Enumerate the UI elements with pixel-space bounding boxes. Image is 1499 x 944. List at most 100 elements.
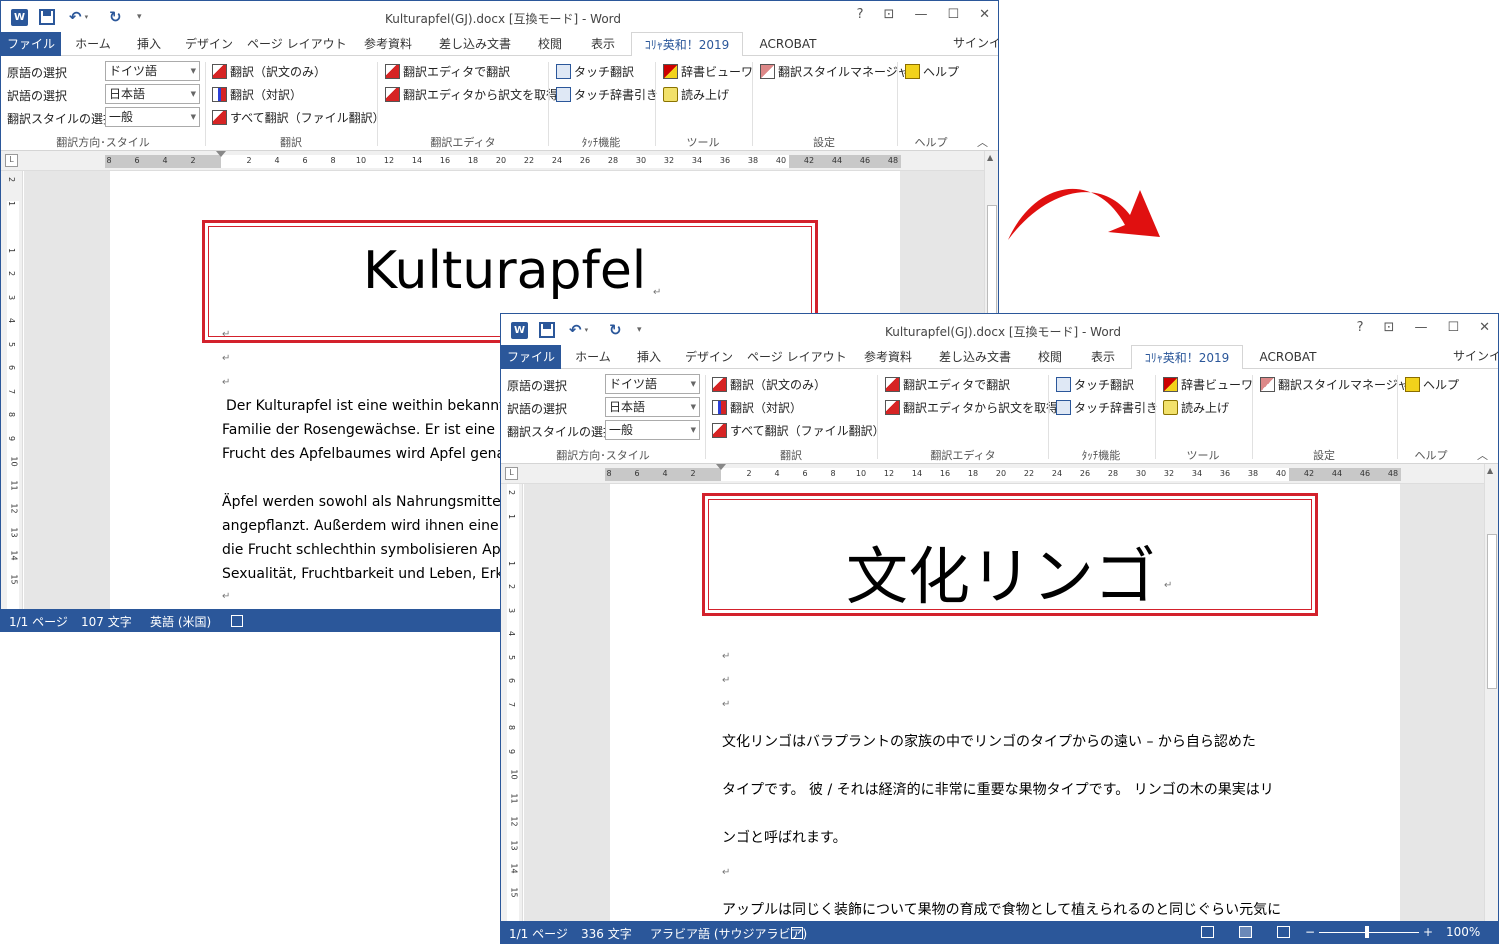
vertical-scrollbar[interactable]: ▲ [1484, 464, 1498, 921]
save-icon[interactable] [539, 322, 555, 338]
tab-review[interactable]: 校閲 [1027, 345, 1073, 369]
tab-korya-eiwa[interactable]: ｺﾘｬ英和！2019 [1131, 345, 1243, 370]
close-icon[interactable]: ✕ [1479, 320, 1490, 335]
tab-review[interactable]: 校閲 [527, 32, 573, 56]
language-status[interactable]: 英語 (米国) [150, 613, 211, 630]
scroll-up-icon[interactable]: ▲ [1487, 466, 1493, 475]
word-count[interactable]: 107 文字 [81, 613, 132, 630]
undo-dropdown-icon[interactable]: ▾ [585, 326, 589, 334]
minimize-icon[interactable]: — [1414, 320, 1427, 335]
maximize-icon[interactable]: ☐ [1447, 320, 1459, 335]
collapse-ribbon-icon[interactable]: ︿ [1477, 447, 1488, 463]
translate-only-button[interactable]: 翻訳（訳文のみ） [712, 376, 826, 393]
tab-references[interactable]: 参考資料 [353, 32, 423, 56]
src-lang-select[interactable]: ドイツ語 ▼ [605, 374, 700, 394]
scroll-up-icon[interactable]: ▲ [987, 153, 993, 162]
translate-only-button[interactable]: 翻訳（訳文のみ） [212, 63, 326, 80]
page-count[interactable]: 1/1 ページ [509, 925, 568, 942]
translate-pair-button[interactable]: 翻訳（対訳） [712, 399, 802, 416]
undo-icon[interactable]: ↶ [569, 321, 582, 339]
tab-page-layout[interactable]: ページ レイアウト [247, 32, 347, 56]
touch-dict-button[interactable]: タッチ辞書引き [556, 86, 658, 103]
horizontal-ruler[interactable]: L 8 6 4 2 2 4 6 8 10 12 14 16 18 20 22 24 26 28 30 32 34 36 38… [1, 151, 998, 171]
help-icon[interactable]: ? [857, 7, 864, 22]
signin-link[interactable]: サインイン [953, 34, 998, 51]
web-layout-icon[interactable] [1277, 926, 1290, 938]
minimize-icon[interactable]: — [914, 7, 927, 22]
tab-korya-eiwa[interactable]: ｺﾘｬ英和！2019 [631, 32, 743, 57]
undo-dropdown-icon[interactable]: ▾ [85, 13, 89, 21]
tab-selector-icon[interactable]: L [505, 467, 518, 480]
tab-mailings[interactable]: 差し込み文書 [431, 32, 519, 56]
translate-pair-button[interactable]: 翻訳（対訳） [212, 86, 302, 103]
tab-page-layout[interactable]: ページ レイアウト [747, 345, 847, 369]
editor-translate-button[interactable]: 翻訳エディタで翻訳 [885, 376, 1010, 393]
print-layout-icon[interactable] [1239, 926, 1252, 938]
read-aloud-button[interactable]: 読み上げ [663, 86, 729, 103]
page-count[interactable]: 1/1 ページ [9, 613, 68, 630]
word-count[interactable]: 336 文字 [581, 925, 632, 942]
tab-design[interactable]: デザイン [177, 32, 241, 56]
editor-translate-button[interactable]: 翻訳エディタで翻訳 [385, 63, 510, 80]
touch-translate-button[interactable]: タッチ翻訳 [556, 63, 634, 80]
dict-viewer-button[interactable]: 辞書ビューワ [1163, 376, 1253, 393]
zoom-level[interactable]: 100% [1446, 925, 1480, 939]
style-manager-button[interactable]: 翻訳スタイルマネージャ [1260, 376, 1409, 393]
tab-references[interactable]: 参考資料 [853, 345, 923, 369]
macro-icon[interactable] [791, 925, 803, 939]
tab-selector-icon[interactable]: L [5, 154, 18, 167]
zoom-out-icon[interactable]: − [1305, 925, 1315, 939]
maximize-icon[interactable]: ☐ [947, 7, 959, 22]
horizontal-ruler[interactable]: L 8 6 4 2 2 4 6 8 10 12 14 16 18 20 22 24 26 28 30 32 34 36 38… [501, 464, 1498, 484]
tab-file[interactable]: ファイル [1, 32, 61, 56]
tab-view[interactable]: 表示 [581, 32, 625, 56]
ribbon-display-icon[interactable]: ⊡ [884, 7, 895, 22]
zoom-slider[interactable] [1319, 932, 1419, 933]
src-lang-select[interactable]: ドイツ語 ▼ [105, 61, 200, 81]
language-status[interactable]: アラビア語 (サウジアラビア) [650, 925, 807, 942]
help-button[interactable]: ヘルプ [1405, 376, 1459, 393]
save-icon[interactable] [39, 9, 55, 25]
style-manager-button[interactable]: 翻訳スタイルマネージャ [760, 63, 909, 80]
scroll-thumb[interactable] [987, 205, 997, 325]
close-icon[interactable]: ✕ [979, 7, 990, 22]
customize-qat-icon[interactable]: ▾ [137, 12, 142, 22]
translate-all-button[interactable]: すべて翻訳（ファイル翻訳） [712, 422, 885, 439]
editor-get-button[interactable]: 翻訳エディタから訳文を取得 [885, 399, 1058, 416]
read-aloud-button[interactable]: 読み上げ [1163, 399, 1229, 416]
tab-mailings[interactable]: 差し込み文書 [931, 345, 1019, 369]
first-line-indent-marker[interactable] [716, 464, 726, 470]
tab-home[interactable]: ホーム [63, 32, 123, 56]
dst-lang-select[interactable]: 日本語 ▼ [605, 397, 700, 417]
dst-lang-select[interactable]: 日本語 ▼ [105, 84, 200, 104]
customize-qat-icon[interactable]: ▾ [637, 325, 642, 335]
redo-icon[interactable]: ↻ [109, 8, 122, 26]
zoom-thumb[interactable] [1365, 926, 1369, 938]
word-app-icon[interactable]: W [11, 8, 28, 26]
translate-all-button[interactable]: すべて翻訳（ファイル翻訳） [212, 109, 385, 126]
editor-get-button[interactable]: 翻訳エディタから訳文を取得 [385, 86, 558, 103]
word-app-icon[interactable]: W [511, 321, 528, 339]
read-mode-icon[interactable] [1201, 926, 1214, 938]
touch-dict-button[interactable]: タッチ辞書引き [1056, 399, 1158, 416]
tab-home[interactable]: ホーム [563, 345, 623, 369]
tab-insert[interactable]: 挿入 [123, 32, 175, 56]
dict-viewer-button[interactable]: 辞書ビューワ [663, 63, 753, 80]
scroll-thumb[interactable] [1487, 534, 1497, 689]
collapse-ribbon-icon[interactable]: ︿ [977, 134, 988, 150]
tab-file[interactable]: ファイル [501, 345, 561, 369]
macro-icon[interactable] [231, 613, 243, 627]
tab-acrobat[interactable]: ACROBAT [1251, 345, 1325, 369]
first-line-indent-marker[interactable] [216, 151, 226, 157]
vertical-ruler[interactable]: 2 1 1 2 3 4 5 6 7 8 9 10 11 12 13 14 15 [501, 484, 523, 921]
tab-insert[interactable]: 挿入 [623, 345, 675, 369]
zoom-in-icon[interactable]: + [1423, 925, 1433, 939]
redo-icon[interactable]: ↻ [609, 321, 622, 339]
help-icon[interactable]: ? [1357, 320, 1364, 335]
tab-design[interactable]: デザイン [677, 345, 741, 369]
signin-link[interactable]: サインイン [1453, 347, 1498, 364]
ribbon-display-icon[interactable]: ⊡ [1384, 320, 1395, 335]
style-select[interactable]: 一般 ▼ [105, 107, 200, 127]
tab-view[interactable]: 表示 [1081, 345, 1125, 369]
undo-icon[interactable]: ↶ [69, 8, 82, 26]
